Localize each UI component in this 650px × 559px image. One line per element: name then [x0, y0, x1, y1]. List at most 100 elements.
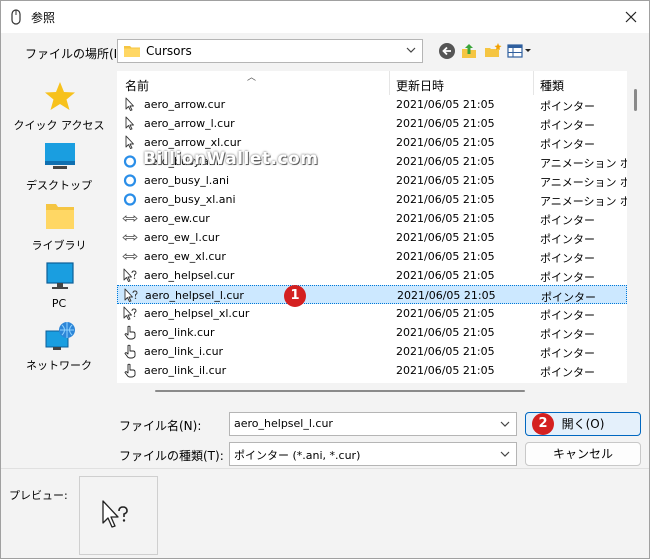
table-row[interactable]: aero_link.cur 2021/06/05 21:05 ポインター	[117, 323, 627, 342]
file-type-cell: ポインター	[540, 271, 595, 284]
file-name-cell: aero_link_il.cur	[144, 364, 227, 377]
sidebar-item-desktop[interactable]: デスクトップ	[7, 141, 111, 197]
sidebar-item-pc[interactable]: PC	[7, 261, 111, 317]
file-list: ︿ 名前 更新日時 種類 aero_arrow.cur 2021/06/05 21…	[117, 71, 627, 383]
arrow-cursor-icon	[122, 135, 138, 150]
horizontal-scrollbar[interactable]	[117, 383, 627, 397]
table-row[interactable]: aero_ew.cur 2021/06/05 21:05 ポインター	[117, 209, 627, 228]
view-menu-button[interactable]	[507, 41, 533, 61]
file-type-cell: ポインター	[540, 366, 595, 379]
file-type-cell: アニメーション ポインター	[540, 195, 627, 208]
location-combobox[interactable]: Cursors	[117, 39, 423, 63]
filetype-combobox[interactable]: ポインター (*.ani, *.cur)	[229, 442, 517, 466]
help-cursor-icon	[122, 268, 138, 283]
location-value: Cursors	[146, 44, 192, 58]
column-divider[interactable]	[533, 71, 534, 95]
file-date-cell: 2021/06/05 21:05	[397, 289, 496, 302]
file-name-cell: aero_ew_l.cur	[144, 231, 220, 244]
table-row[interactable]: aero_link_il.cur 2021/06/05 21:05 ポインター	[117, 361, 627, 380]
file-date-cell: 2021/06/05 21:05	[396, 345, 495, 358]
sidebar-item-label: PC	[51, 297, 67, 310]
table-row[interactable]: aero_link_i.cur 2021/06/05 21:05 ポインター	[117, 342, 627, 361]
vertical-scroll-thumb[interactable]	[634, 89, 637, 111]
column-header-name[interactable]: 名前	[125, 77, 149, 94]
file-type-cell: アニメーション ポインター	[540, 157, 627, 170]
watermark-text: BillionWallet.com	[143, 149, 319, 169]
chevron-down-icon	[406, 47, 416, 53]
column-header-date[interactable]: 更新日時	[396, 77, 444, 94]
location-label: ファイルの場所(I):	[25, 47, 126, 61]
column-divider[interactable]	[389, 71, 390, 95]
up-folder-icon	[462, 44, 476, 58]
file-type-cell: ポインター	[540, 119, 595, 132]
file-date-cell: 2021/06/05 21:05	[396, 98, 495, 111]
star-icon	[45, 82, 75, 110]
file-name-cell: aero_helpsel_l.cur	[145, 289, 244, 302]
table-row-selected[interactable]: aero_helpsel_l.cur 2021/06/05 21:05 ポインター	[117, 285, 627, 304]
hand-cursor-icon	[122, 325, 138, 340]
table-row[interactable]: aero_helpsel.cur 2021/06/05 21:05 ポインター	[117, 266, 627, 285]
sidebar-item-label: ネットワーク	[26, 359, 92, 372]
file-name-cell: aero_arrow.cur	[144, 98, 226, 111]
table-row[interactable]: aero_busy_l.ani 2021/06/05 21:05 アニメーション ポ…	[117, 171, 627, 190]
file-date-cell: 2021/06/05 21:05	[396, 155, 495, 168]
table-row[interactable]: aero_ew_xl.cur 2021/06/05 21:05 ポインター	[117, 247, 627, 266]
horizontal-scroll-thumb[interactable]	[155, 390, 525, 392]
open-file-dialog: 参照 ファイルの場所(I): Cursors クイック アクセス デスクトップ …	[0, 0, 650, 559]
list-header: ︿ 名前 更新日時 種類	[117, 71, 627, 95]
chevron-down-icon	[500, 451, 510, 457]
file-type-cell: ポインター	[540, 309, 595, 322]
file-type-cell: アニメーション ポインター	[540, 176, 627, 189]
mouse-icon	[11, 9, 21, 25]
filetype-value: ポインター (*.ani, *.cur)	[234, 449, 361, 462]
filename-combobox[interactable]: aero_helpsel_l.cur	[229, 412, 517, 436]
new-folder-button[interactable]	[483, 41, 503, 61]
file-type-cell: ポインター	[540, 328, 595, 341]
file-name-cell: aero_ew_xl.cur	[144, 250, 226, 263]
file-date-cell: 2021/06/05 21:05	[396, 231, 495, 244]
file-date-cell: 2021/06/05 21:05	[396, 307, 495, 320]
file-type-cell: ポインター	[540, 138, 595, 151]
file-type-cell: ポインター	[540, 252, 595, 265]
file-name-cell: aero_arrow_xl.cur	[144, 136, 242, 149]
close-button[interactable]	[619, 5, 643, 29]
sort-ascending-icon: ︿	[247, 73, 257, 83]
table-row[interactable]: aero_arrow_l.cur 2021/06/05 21:05 ポインター	[117, 114, 627, 133]
table-row[interactable]: aero_busy_xl.ani 2021/06/05 21:05 アニメーション …	[117, 190, 627, 209]
file-date-cell: 2021/06/05 21:05	[396, 212, 495, 225]
ew-resize-icon	[122, 249, 138, 264]
file-type-cell: ポインター	[541, 291, 596, 304]
sidebar-item-network[interactable]: ネットワーク	[7, 321, 111, 377]
ew-resize-icon	[122, 230, 138, 245]
back-arrow-icon	[439, 43, 455, 59]
step-badge-2: 2	[532, 413, 554, 435]
column-header-type[interactable]: 種類	[540, 77, 564, 94]
table-row[interactable]: aero_ew_l.cur 2021/06/05 21:05 ポインター	[117, 228, 627, 247]
up-folder-button[interactable]	[459, 41, 479, 61]
vertical-scrollbar[interactable]	[629, 71, 643, 383]
file-name-cell: aero_helpsel_xl.cur	[144, 307, 250, 320]
file-name-cell: aero_ew.cur	[144, 212, 210, 225]
help-cursor-icon	[122, 306, 138, 321]
table-row[interactable]: aero_arrow.cur 2021/06/05 21:05 ポインター	[117, 95, 627, 114]
library-icon	[46, 204, 74, 229]
busy-ring-icon	[122, 173, 138, 188]
arrow-cursor-icon	[122, 97, 138, 112]
folder-icon	[124, 46, 140, 57]
busy-ring-icon	[122, 192, 138, 207]
table-row[interactable]: aero_helpsel_xl.cur 2021/06/05 21:05 ポインター	[117, 304, 627, 323]
hand-cursor-icon	[122, 363, 138, 378]
desktop-icon	[45, 143, 75, 169]
file-name-cell: aero_busy_xl.ani	[144, 193, 236, 206]
view-grid-icon	[507, 44, 531, 58]
back-button[interactable]	[437, 41, 457, 61]
step-badge-1: 1	[284, 285, 306, 307]
preview-box	[79, 476, 158, 555]
sidebar-item-quick-access[interactable]: クイック アクセス	[7, 81, 111, 137]
filename-label: ファイル名(N):	[119, 419, 202, 433]
file-name-cell: aero_busy_l.ani	[144, 174, 230, 187]
chevron-down-icon	[500, 421, 510, 427]
section-divider	[1, 468, 649, 469]
cancel-button[interactable]: キャンセル	[525, 442, 641, 466]
sidebar-item-library[interactable]: ライブラリ	[7, 201, 111, 257]
